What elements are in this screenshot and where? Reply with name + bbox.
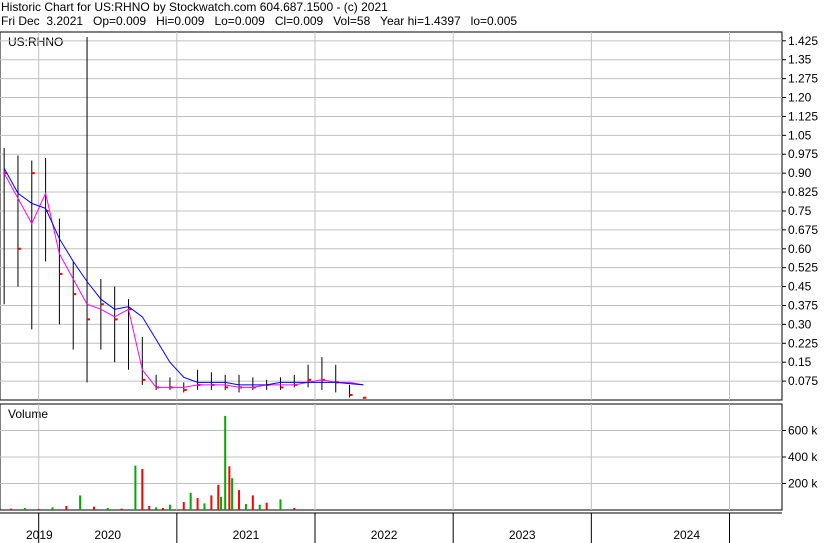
price-tick-label: 0.675	[788, 223, 818, 237]
volume-tick-label: 400 k	[788, 450, 818, 464]
year-label: 2020	[94, 528, 121, 542]
volume-bar	[92, 506, 95, 510]
year-label: 2021	[233, 528, 260, 542]
volume-bar	[134, 465, 137, 510]
price-tick-label: 1.125	[788, 109, 818, 123]
price-tick-label: 1.425	[788, 34, 818, 48]
volume-bar	[155, 507, 158, 510]
price-axis: 1.425 1.35 1.275 1.20 1.125 1.05 0.975 0.90 0.82…	[782, 34, 818, 388]
volume-bar	[65, 506, 68, 510]
volume-bar	[196, 498, 199, 510]
volume-bar	[37, 508, 40, 510]
price-tick-label: 0.375	[788, 298, 818, 312]
volume-bar	[224, 415, 227, 510]
price-tick-label: 1.20	[788, 91, 812, 105]
volume-bar	[258, 504, 261, 510]
volume-bar	[189, 492, 192, 510]
volume-bar	[120, 508, 123, 510]
volume-bar	[79, 495, 82, 510]
volume-bar	[220, 496, 223, 510]
stock-chart: US:RHNO 1.425 1.35 1.275 1.20 1.125 1.05 0.975…	[0, 31, 818, 543]
volume-bar	[217, 484, 220, 510]
price-tick-label: 0.525	[788, 261, 818, 275]
volume-bar	[106, 508, 109, 510]
price-tick-label: 0.30	[788, 317, 812, 331]
volume-bar	[228, 466, 231, 510]
price-tick-label: 1.275	[788, 72, 818, 86]
price-tick-label: 0.45	[788, 280, 812, 294]
volume-bar	[182, 502, 185, 510]
volume-bar	[210, 495, 213, 510]
price-tick-label: 0.225	[788, 336, 818, 350]
volume-bar	[293, 508, 296, 510]
symbol-label: US:RHNO	[8, 35, 63, 49]
price-tick-label: 0.15	[788, 355, 812, 369]
volume-bar	[162, 508, 165, 510]
volume-tick-label: 600 k	[788, 424, 818, 438]
price-tick-label: 0.975	[788, 147, 818, 161]
price-tick-label: 0.90	[788, 166, 812, 180]
volume-bar	[279, 499, 282, 510]
volume-bar	[231, 478, 234, 510]
price-tick-label: 0.825	[788, 185, 818, 199]
price-tick-label: 1.35	[788, 53, 812, 67]
volume-bar	[244, 504, 247, 510]
price-tick-label: 0.075	[788, 374, 818, 388]
year-label: 2023	[509, 528, 536, 542]
volume-bar	[148, 506, 151, 510]
price-tick-label: 0.75	[788, 204, 812, 218]
volume-bar	[51, 507, 54, 510]
volume-bar	[265, 502, 268, 510]
volume-bar	[168, 504, 171, 510]
volume-label: Volume	[8, 407, 48, 421]
volume-bar	[251, 495, 254, 510]
volume-axis: 600 k 400 k 200 k	[782, 424, 818, 491]
volume-tick-label: 200 k	[788, 477, 818, 491]
volume-bar	[23, 508, 26, 510]
volume-bar	[141, 468, 144, 510]
price-tick-label: 0.60	[788, 242, 812, 256]
year-label: 2024	[673, 528, 700, 542]
volume-bar	[203, 503, 206, 510]
price-tick-label: 1.05	[788, 128, 812, 142]
chart-window: Historic Chart for US:RHNO by Stockwatch…	[0, 0, 830, 543]
year-label: 2019	[26, 528, 53, 542]
year-label: 2022	[371, 528, 398, 542]
price-panel	[0, 31, 783, 401]
volume-bar	[10, 508, 13, 510]
volume-bar	[238, 490, 241, 510]
time-axis: 2019 2020 2021 2022 2023 2024	[0, 512, 782, 543]
